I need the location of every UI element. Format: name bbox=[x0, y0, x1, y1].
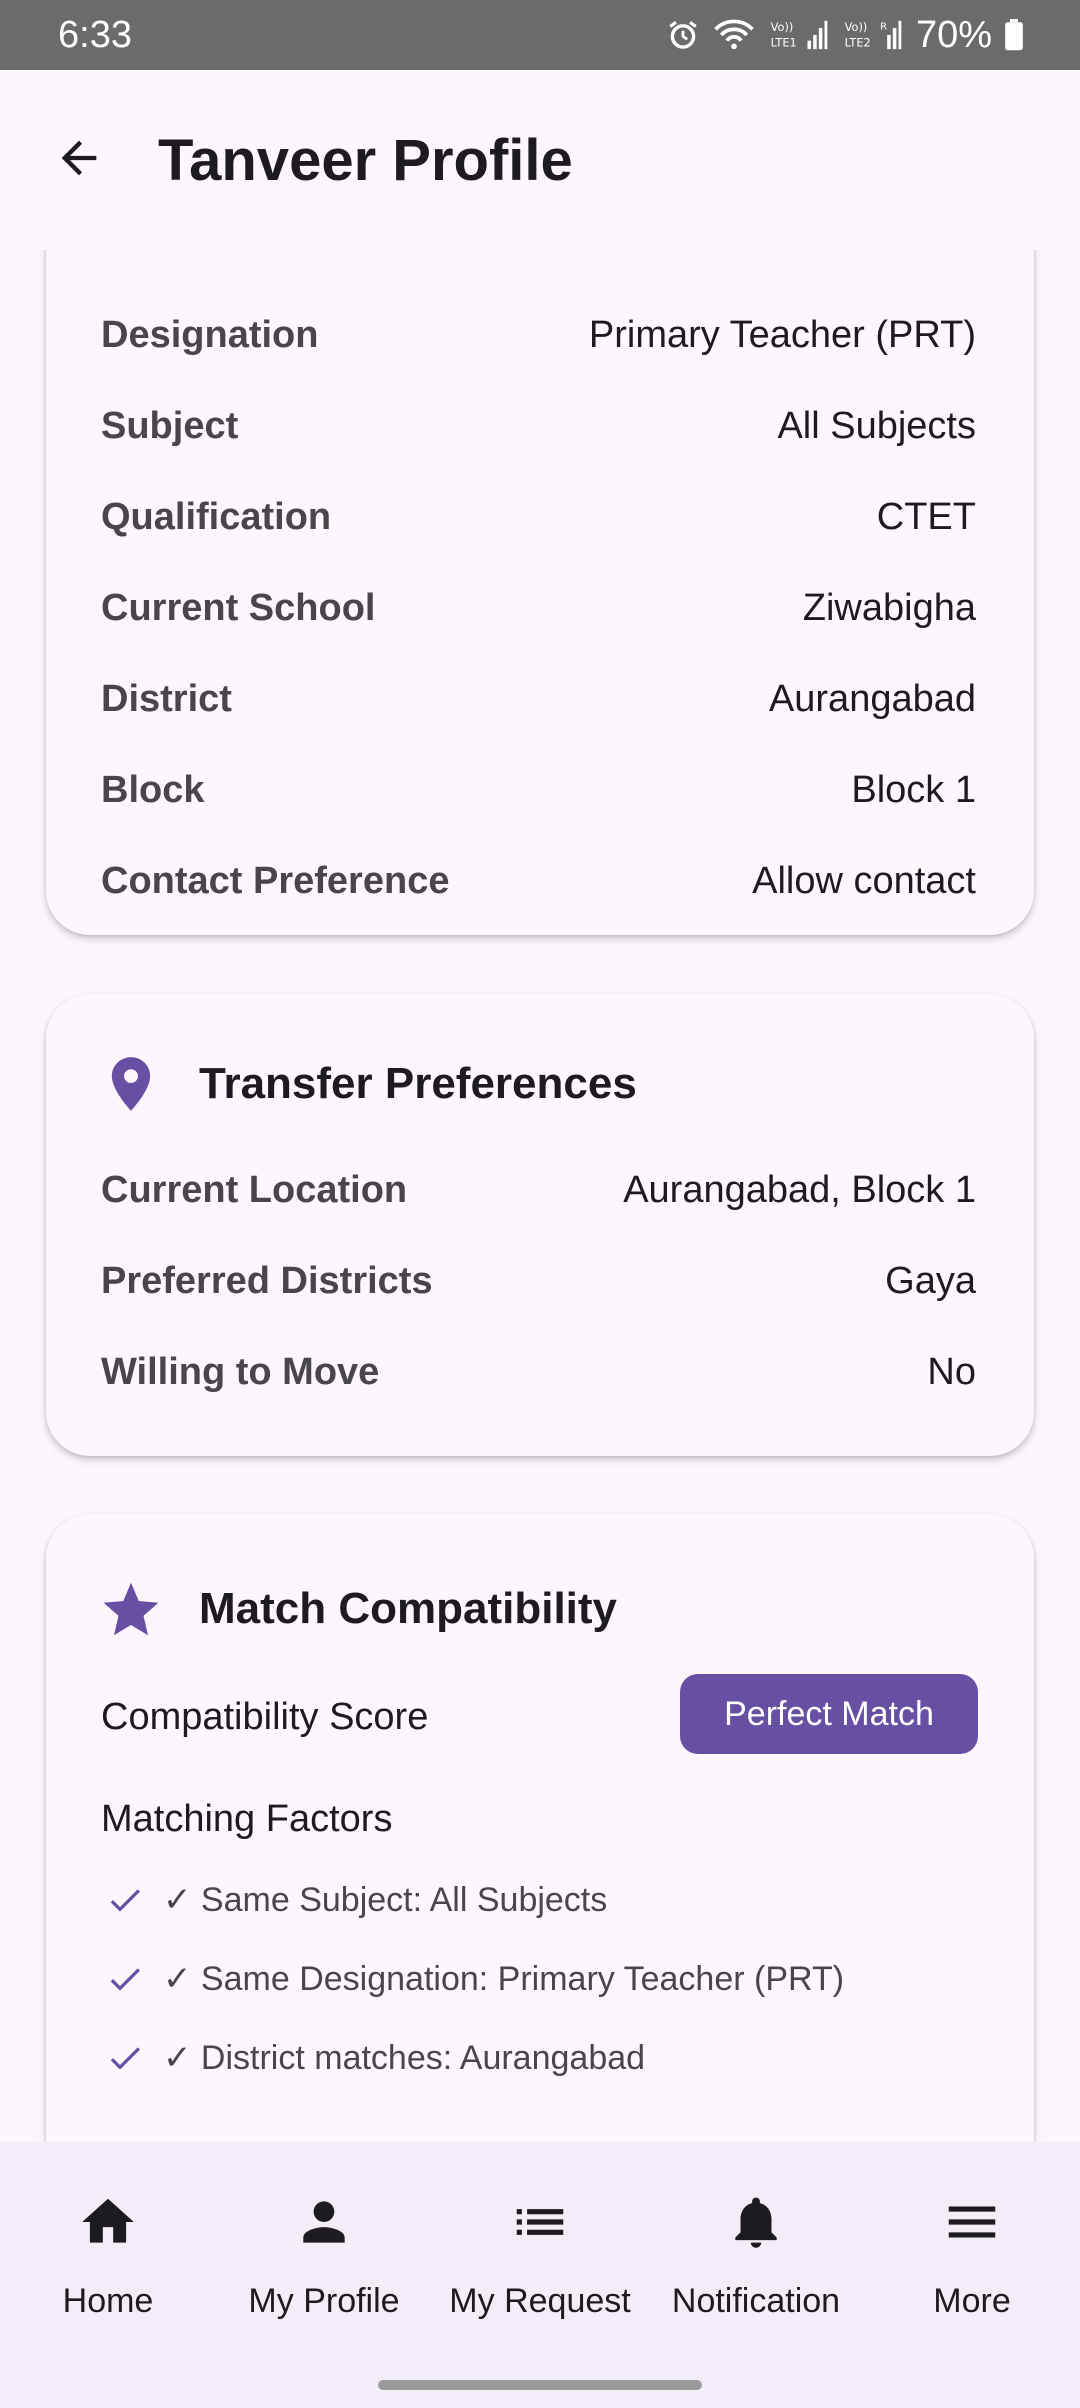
nav-item-my-request[interactable]: My Request bbox=[432, 2142, 648, 2366]
detail-label: District bbox=[101, 677, 232, 720]
profile-details-card: Designation Primary Teacher (PRT) Subjec… bbox=[46, 250, 1034, 935]
match-compatibility-header: Match Compatibility bbox=[101, 1569, 617, 1649]
location-pin-icon bbox=[101, 1049, 161, 1119]
detail-value: Block 1 bbox=[851, 768, 976, 811]
transfer-row-current-location: Current Location Aurangabad, Block 1 bbox=[101, 1160, 976, 1220]
transfer-label: Current Location bbox=[101, 1168, 408, 1211]
nav-label: Home bbox=[62, 2282, 154, 2320]
nav-item-my-profile[interactable]: My Profile bbox=[216, 2142, 432, 2366]
status-time: 6:33 bbox=[58, 13, 132, 56]
list-icon bbox=[508, 2190, 572, 2254]
match-compatibility-title: Match Compatibility bbox=[199, 1584, 618, 1633]
nav-label: My Profile bbox=[248, 2282, 400, 2320]
svg-text:Vo)): Vo)) bbox=[771, 20, 794, 34]
compatibility-score-label: Compatibility Score bbox=[101, 1696, 429, 1738]
check-icon bbox=[101, 1955, 149, 2003]
lte2-signal-icon: Vo)) LTE2 R bbox=[842, 18, 904, 52]
detail-row-block: Block Block 1 bbox=[101, 760, 976, 820]
nav-label: Notification bbox=[671, 2282, 841, 2320]
svg-text:R: R bbox=[880, 21, 887, 32]
person-icon bbox=[292, 2190, 356, 2254]
perfect-match-badge: Perfect Match bbox=[680, 1674, 978, 1754]
nav-item-home[interactable]: Home bbox=[0, 2142, 216, 2366]
detail-row-designation: Designation Primary Teacher (PRT) bbox=[101, 305, 976, 365]
detail-row-qualification: Qualification CTET bbox=[101, 487, 976, 547]
arrow-back-icon bbox=[53, 132, 105, 189]
matching-factor-item: ✓ Same Designation: Primary Teacher (PRT… bbox=[101, 1955, 844, 2003]
detail-label: Contact Preference bbox=[101, 859, 450, 902]
profile-scroll-area[interactable]: Designation Primary Teacher (PRT) Subjec… bbox=[0, 250, 1080, 2142]
detail-row-contact-preference: Contact Preference Allow contact bbox=[101, 851, 976, 911]
svg-text:LTE1: LTE1 bbox=[771, 35, 797, 49]
detail-label: Designation bbox=[101, 313, 319, 356]
detail-value: CTET bbox=[876, 495, 976, 538]
star-icon bbox=[101, 1574, 161, 1644]
detail-value: All Subjects bbox=[777, 404, 976, 447]
detail-label: Subject bbox=[101, 404, 239, 447]
detail-label: Block bbox=[101, 768, 205, 811]
wifi-icon bbox=[712, 18, 756, 52]
check-icon bbox=[101, 1876, 149, 1924]
transfer-preferences-title: Transfer Preferences bbox=[199, 1059, 637, 1108]
home-icon bbox=[76, 2190, 140, 2254]
back-button[interactable] bbox=[44, 125, 114, 195]
transfer-preferences-card: Transfer Preferences Current Location Au… bbox=[46, 994, 1034, 1456]
alarm-icon bbox=[666, 18, 700, 52]
bottom-navigation: Home My Profile My Request Notification … bbox=[0, 2142, 1080, 2366]
gesture-handle[interactable] bbox=[378, 2380, 702, 2390]
status-bar: 6:33 Vo)) LTE1 Vo)) LTE2 R 70% bbox=[0, 0, 1080, 70]
lte1-signal-icon: Vo)) LTE1 bbox=[768, 18, 830, 52]
detail-row-district: District Aurangabad bbox=[101, 669, 976, 729]
check-icon bbox=[101, 2034, 149, 2082]
battery-icon bbox=[1004, 19, 1024, 51]
menu-icon bbox=[940, 2190, 1004, 2254]
gesture-bar-area bbox=[0, 2366, 1080, 2408]
detail-value: Ziwabigha bbox=[802, 586, 976, 629]
matching-factor-item: ✓ Same Subject: All Subjects bbox=[101, 1876, 607, 1924]
detail-value: Aurangabad bbox=[768, 677, 976, 720]
detail-value: Primary Teacher (PRT) bbox=[588, 313, 976, 356]
nav-label: My Request bbox=[449, 2282, 631, 2320]
transfer-value: Gaya bbox=[885, 1259, 976, 1302]
transfer-preferences-header: Transfer Preferences bbox=[101, 1044, 637, 1124]
transfer-row-preferred-districts: Preferred Districts Gaya bbox=[101, 1251, 976, 1311]
detail-label: Current School bbox=[101, 586, 376, 629]
detail-row-subject: Subject All Subjects bbox=[101, 396, 976, 456]
svg-text:Vo)): Vo)) bbox=[845, 20, 868, 34]
transfer-label: Willing to Move bbox=[101, 1350, 380, 1393]
detail-label: Qualification bbox=[101, 495, 332, 538]
matching-factor-item: ✓ District matches: Aurangabad bbox=[101, 2034, 645, 2082]
transfer-row-willing-to-move: Willing to Move No bbox=[101, 1342, 976, 1402]
matching-factor-text: ✓ District matches: Aurangabad bbox=[163, 2039, 646, 2077]
transfer-label: Preferred Districts bbox=[101, 1259, 433, 1302]
match-compatibility-card: Match Compatibility Compatibility Score … bbox=[46, 1514, 1034, 2142]
bell-icon bbox=[724, 2190, 788, 2254]
detail-value: Allow contact bbox=[752, 859, 976, 902]
battery-text: 70% bbox=[915, 13, 992, 56]
detail-row-current-school: Current School Ziwabigha bbox=[101, 578, 976, 638]
nav-item-notification[interactable]: Notification bbox=[648, 2142, 864, 2366]
transfer-value: Aurangabad, Block 1 bbox=[623, 1168, 976, 1211]
transfer-value: No bbox=[927, 1350, 976, 1393]
matching-factors-title: Matching Factors bbox=[101, 1798, 393, 1840]
app-bar: Tanveer Profile bbox=[0, 70, 1080, 250]
nav-item-more[interactable]: More bbox=[864, 2142, 1080, 2366]
svg-text:LTE2: LTE2 bbox=[845, 35, 871, 49]
page-title: Tanveer Profile bbox=[158, 127, 573, 193]
status-icons: Vo)) LTE1 Vo)) LTE2 R 70% bbox=[666, 14, 1024, 57]
nav-label: More bbox=[933, 2282, 1011, 2320]
matching-factor-text: ✓ Same Subject: All Subjects bbox=[163, 1881, 608, 1919]
matching-factor-text: ✓ Same Designation: Primary Teacher (PRT… bbox=[163, 1960, 845, 1998]
